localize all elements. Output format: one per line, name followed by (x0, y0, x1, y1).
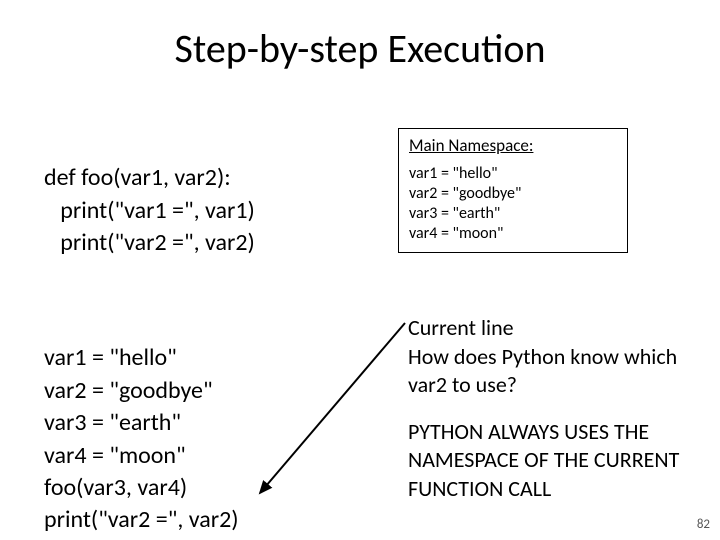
code-line: var4 = "moon" (44, 441, 186, 470)
namespace-title: Main Namespace: (409, 135, 617, 156)
namespace-line: var3 = "earth" (409, 204, 617, 224)
answer-text: PYTHON ALWAYS USES THE NAMESPACE OF THE … (408, 418, 698, 504)
code-line: def foo(var1, var2): (44, 163, 231, 192)
code-line: var2 = "goodbye" (44, 376, 213, 405)
page-number: 82 (697, 517, 710, 532)
question-text: How does Python know which var2 to use? (408, 343, 677, 399)
namespace-line: var1 = "hello" (409, 164, 617, 184)
namespace-box: Main Namespace: var1 = "hello" var2 = "g… (398, 128, 628, 253)
code-line: print("var2 =", var2) (44, 505, 239, 534)
slide-title: Step-by-step Execution (0, 24, 720, 73)
commentary-block: Current line How does Python know which … (408, 314, 698, 504)
current-line-label: Current line (408, 314, 514, 341)
current-line-arrow-icon (250, 318, 410, 508)
code-line: var3 = "earth" (44, 408, 181, 437)
namespace-line: var2 = "goodbye" (409, 184, 617, 204)
code-line: print("var2 =", var2) (44, 228, 255, 257)
code-line: foo(var3, var4) (44, 473, 187, 502)
namespace-line: var4 = "moon" (409, 224, 617, 244)
code-def-block: def foo(var1, var2): print("var1 =", var… (44, 130, 255, 260)
code-line: print("var1 =", var1) (44, 196, 255, 225)
code-main-block: var1 = "hello" var2 = "goodbye" var3 = "… (44, 310, 239, 537)
code-line: var1 = "hello" (44, 343, 177, 372)
